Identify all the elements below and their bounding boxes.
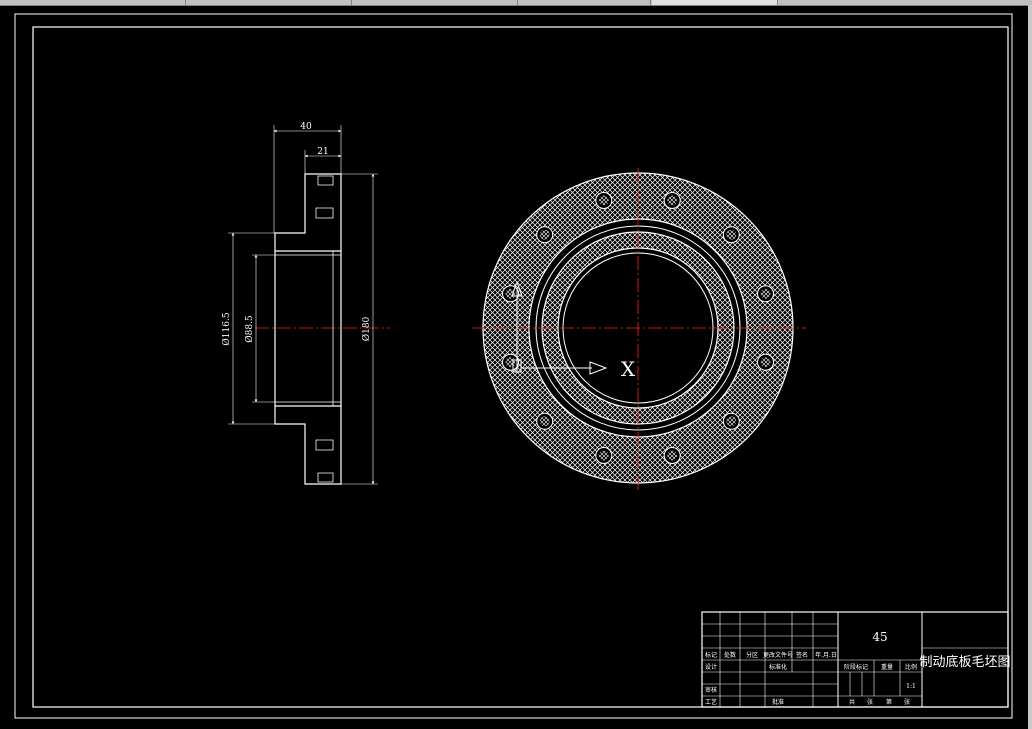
tb-label-zone: 分区 bbox=[746, 651, 758, 659]
tb-label-change-doc: 更改文件号 bbox=[763, 651, 793, 659]
bolt-hole-fill bbox=[667, 195, 678, 206]
title-block: 45 制动底板毛坯图 1:1 标记 处数 分区 更改文件号 签名 年.月.日 设… bbox=[701, 611, 1011, 708]
dim-flange-width: 21 bbox=[317, 147, 328, 157]
tb-label-date: 年.月.日 bbox=[815, 651, 837, 659]
bolt-hole-fill bbox=[539, 229, 550, 240]
bolt-hole-fill bbox=[505, 357, 516, 368]
cad-drawing-canvas[interactable]: 40 21 Ø116.5 Ø88.5 Ø180 X 45 制动底板毛坯图 1:1… bbox=[0, 0, 1028, 729]
tb-label-process: 工艺 bbox=[705, 698, 717, 706]
lower-section-detail bbox=[315, 439, 334, 483]
bolt-hole-fill bbox=[760, 288, 771, 299]
section-arrow-right bbox=[589, 361, 608, 375]
dim-bore-outer: Ø116.5 bbox=[221, 312, 232, 345]
bolt-hole-fill bbox=[667, 450, 678, 461]
tb-label-sheets: 张 bbox=[867, 698, 873, 706]
tb-label-mark: 标记 bbox=[705, 651, 717, 659]
scale-value: 1:1 bbox=[906, 683, 916, 690]
bolt-hole-fill bbox=[539, 416, 550, 427]
tb-label-designer: 设计 bbox=[705, 663, 717, 671]
bolt-hole-fill bbox=[598, 195, 609, 206]
tb-label-total: 共 bbox=[849, 698, 855, 706]
lower-section-profile bbox=[274, 405, 342, 485]
tb-label-sheet-no: 第 bbox=[886, 698, 892, 706]
dim-bore-inner: Ø88.5 bbox=[244, 315, 255, 343]
tb-label-count: 处数 bbox=[724, 651, 736, 659]
tb-label-scale: 比例 bbox=[905, 663, 917, 671]
tb-label-signature: 签名 bbox=[796, 651, 808, 659]
drawing-title: 制动底板毛坯图 bbox=[919, 654, 1010, 670]
bolt-hole-fill bbox=[726, 229, 737, 240]
tb-label-sheet: 张 bbox=[904, 698, 910, 706]
upper-section-detail bbox=[315, 175, 334, 219]
tb-label-weight: 重量 bbox=[881, 663, 893, 671]
bolt-hole-fill bbox=[726, 416, 737, 427]
bolt-hole-fill bbox=[598, 450, 609, 461]
tb-label-standardization: 标准化 bbox=[769, 663, 787, 671]
vertical-scrollbar[interactable] bbox=[1028, 5, 1032, 729]
upper-section-profile bbox=[274, 173, 342, 252]
dim-outer: Ø180 bbox=[361, 316, 372, 341]
tb-label-checker: 审核 bbox=[705, 686, 717, 694]
dim-overall-width: 40 bbox=[300, 122, 312, 132]
tb-label-approve: 批准 bbox=[772, 698, 784, 706]
tb-label-stage: 阶段标记 bbox=[844, 663, 868, 671]
material-label: 45 bbox=[872, 630, 887, 644]
bolt-hole-fill bbox=[760, 357, 771, 368]
section-view: 40 21 Ø116.5 Ø88.5 Ø180 bbox=[221, 122, 390, 485]
front-view: X bbox=[472, 168, 806, 490]
section-marker-label: X bbox=[621, 357, 636, 381]
